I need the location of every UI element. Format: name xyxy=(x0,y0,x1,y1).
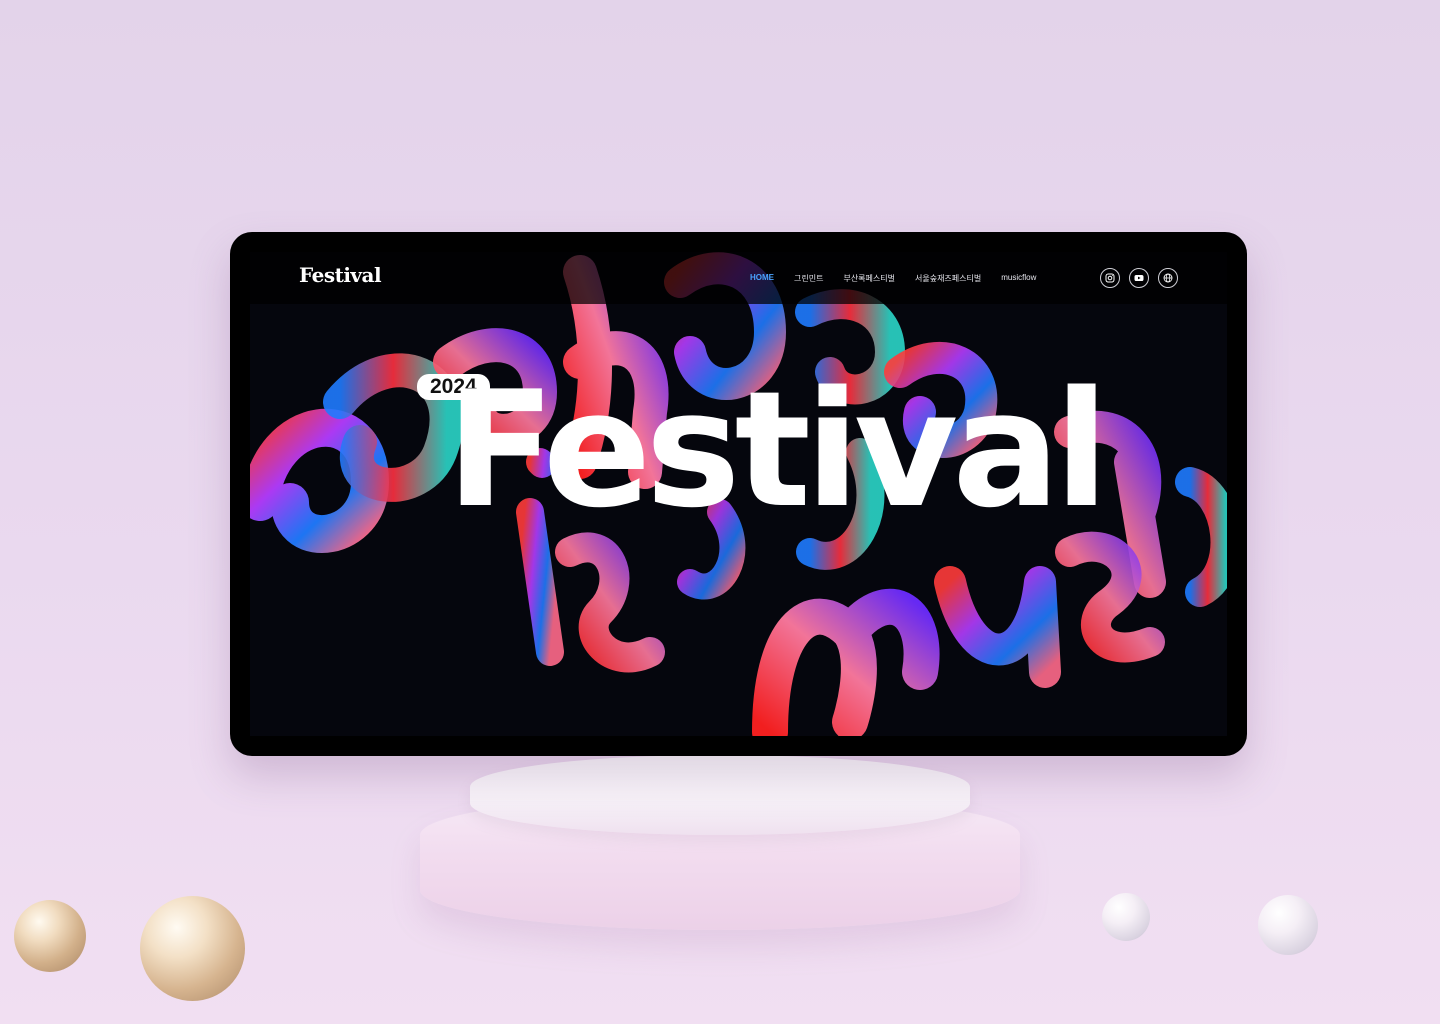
nav-item-home[interactable]: HOME xyxy=(750,273,774,284)
gold-pearl-large xyxy=(140,896,245,1001)
site-header: Festival HOME 그린민트 부산록페스티벌 서울숲재즈페스티벌 mus… xyxy=(250,252,1227,304)
social-links xyxy=(1100,268,1178,288)
pedestal-top xyxy=(470,755,970,835)
globe-icon[interactable] xyxy=(1158,268,1178,288)
instagram-icon[interactable] xyxy=(1100,268,1120,288)
website-screen: Festival HOME 그린민트 부산록페스티벌 서울숲재즈페스티벌 mus… xyxy=(250,252,1227,736)
gold-pearl xyxy=(14,900,86,972)
main-nav: HOME 그린민트 부산록페스티벌 서울숲재즈페스티벌 musicflow xyxy=(750,273,1036,284)
youtube-icon[interactable] xyxy=(1129,268,1149,288)
nav-item-musicflow[interactable]: musicflow xyxy=(1001,273,1036,284)
nav-item-busan-rock[interactable]: 부산록페스티벌 xyxy=(843,273,895,284)
white-pearl xyxy=(1102,893,1150,941)
nav-item-seoul-jazz[interactable]: 서울숲재즈페스티벌 xyxy=(915,273,981,284)
nav-item-greenmint[interactable]: 그린민트 xyxy=(794,273,823,284)
hero-title: Festival xyxy=(446,356,1109,543)
device-mockup: Festival HOME 그린민트 부산록페스티벌 서울숲재즈페스티벌 mus… xyxy=(230,232,1247,756)
site-logo[interactable]: Festival xyxy=(299,263,382,287)
white-pearl-large xyxy=(1258,895,1318,955)
